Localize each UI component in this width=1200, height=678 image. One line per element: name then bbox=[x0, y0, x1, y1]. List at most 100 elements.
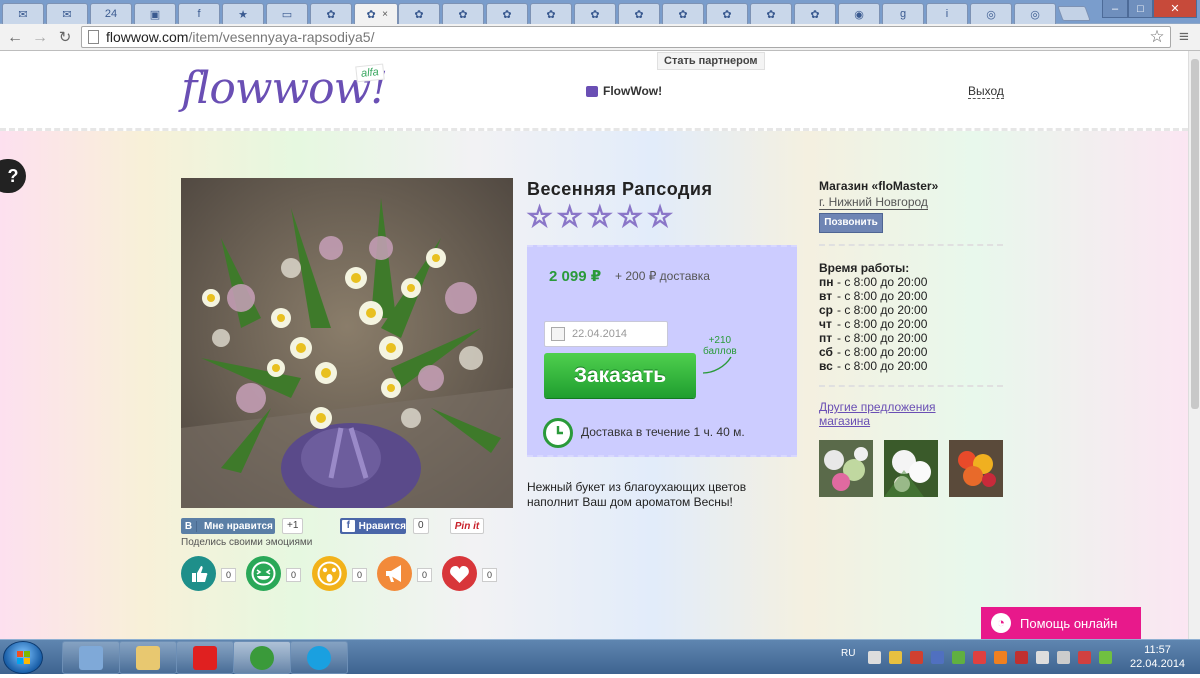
shop-city-link[interactable]: г. Нижний Новгород bbox=[819, 195, 928, 210]
tray-app-icon[interactable] bbox=[1099, 651, 1112, 664]
back-arrow-icon[interactable]: ← bbox=[5, 28, 25, 48]
browser-tab-strip: ✉ ✉ 24 ▣ f ★ ▭ ✿ ✿ × ✿ ✿ ✿ ✿ ✿ ✿ ✿ ✿ ✿ ✿ ◉ g i ◎ ◎ bbox=[0, 0, 1200, 24]
star-icon[interactable]: ☆ bbox=[556, 202, 583, 232]
divider bbox=[819, 385, 1003, 387]
tray-app-icon[interactable] bbox=[1015, 651, 1028, 664]
help-online-button[interactable]: ◔ Помощь онлайн bbox=[981, 607, 1141, 639]
other-offers-link[interactable]: Другие предложения магазина bbox=[819, 400, 959, 428]
minimize-button[interactable]: – bbox=[1102, 0, 1128, 18]
browser-tab[interactable]: ✿ bbox=[310, 3, 352, 24]
browser-tab[interactable]: f bbox=[178, 3, 220, 24]
tray-flag-icon[interactable] bbox=[931, 651, 944, 664]
browser-tab[interactable]: ✉ bbox=[2, 3, 44, 24]
browser-tab[interactable]: ✿ bbox=[398, 3, 440, 24]
star-icon[interactable]: ☆ bbox=[617, 202, 644, 232]
other-offer-thumbnail[interactable] bbox=[949, 440, 1003, 497]
browser-tab[interactable]: 24 bbox=[90, 3, 132, 24]
facebook-like-button[interactable]: f Нравится bbox=[340, 518, 406, 534]
browser-tab[interactable]: ✿ bbox=[442, 3, 484, 24]
browser-tab[interactable]: ✿ bbox=[750, 3, 792, 24]
page-scrollbar[interactable] bbox=[1188, 51, 1200, 639]
working-hours-title: Время работы: bbox=[819, 261, 910, 275]
star-icon: ★ bbox=[238, 8, 248, 21]
browser-tab[interactable]: ✿ bbox=[794, 3, 836, 24]
browser-tab[interactable]: ▣ bbox=[134, 3, 176, 24]
tray-app-icon[interactable] bbox=[1078, 651, 1091, 664]
browser-tab[interactable]: ★ bbox=[222, 3, 264, 24]
browser-tab[interactable]: ✿ bbox=[618, 3, 660, 24]
clock-date: 22.04.2014 bbox=[1130, 658, 1186, 670]
forward-arrow-icon[interactable]: → bbox=[30, 28, 50, 48]
bouquet-thumbnail-image bbox=[949, 440, 1003, 497]
taskbar-app[interactable] bbox=[119, 641, 177, 674]
start-button[interactable] bbox=[3, 641, 43, 674]
hours-time: - с 8:00 до 20:00 bbox=[837, 303, 928, 317]
hours-row: сб - с 8:00 до 20:00 bbox=[819, 345, 927, 359]
other-offer-thumbnail[interactable] bbox=[884, 440, 938, 497]
help-question-icon[interactable]: ? bbox=[0, 159, 26, 193]
star-icon[interactable]: ☆ bbox=[586, 202, 613, 232]
system-clock[interactable]: 11:57 22.04.2014 bbox=[1130, 643, 1185, 671]
maximize-button[interactable]: □ bbox=[1128, 0, 1153, 18]
browser-tab[interactable]: ✿ bbox=[574, 3, 616, 24]
become-partner-link[interactable]: Стать партнером bbox=[657, 52, 765, 70]
heart-emotion-button[interactable] bbox=[442, 556, 477, 591]
bonus-points: +210 баллов bbox=[703, 335, 737, 357]
browser-tab[interactable]: ◎ bbox=[1014, 3, 1056, 24]
taskbar-app[interactable] bbox=[290, 641, 348, 674]
browser-tab[interactable]: ✿ bbox=[706, 3, 748, 24]
star-icon[interactable]: ☆ bbox=[647, 202, 674, 232]
browser-tab[interactable]: ◎ bbox=[970, 3, 1012, 24]
browser-tab[interactable]: ▭ bbox=[266, 3, 308, 24]
tray-app-icon[interactable] bbox=[994, 651, 1007, 664]
pinterest-pin-button[interactable]: Pin it bbox=[450, 518, 484, 534]
tray-app-icon[interactable] bbox=[889, 651, 902, 664]
browser-tab[interactable]: ✿ bbox=[662, 3, 704, 24]
product-photo[interactable] bbox=[181, 178, 513, 508]
tray-monitor-icon[interactable] bbox=[1036, 651, 1049, 664]
eye-icon: ◎ bbox=[986, 8, 996, 21]
order-button[interactable]: Заказать bbox=[544, 353, 696, 398]
laugh-emotion-button[interactable] bbox=[246, 556, 281, 591]
tray-app-icon[interactable] bbox=[973, 651, 986, 664]
browser-tab[interactable]: ◉ bbox=[838, 3, 880, 24]
rating-stars[interactable]: ☆ ☆ ☆ ☆ ☆ bbox=[526, 202, 674, 232]
taskbar-app[interactable] bbox=[176, 641, 234, 674]
tray-app-icon[interactable] bbox=[952, 651, 965, 664]
close-tab-icon[interactable]: × bbox=[382, 9, 388, 20]
star-icon[interactable]: ☆ bbox=[526, 202, 553, 232]
megaphone-emotion-button[interactable] bbox=[377, 556, 412, 591]
network-icon[interactable] bbox=[1057, 651, 1070, 664]
browser-tab[interactable]: i bbox=[926, 3, 968, 24]
surprise-emotion-button[interactable] bbox=[312, 556, 347, 591]
hours-row: вт - с 8:00 до 20:00 bbox=[819, 289, 927, 303]
laughing-face-icon bbox=[251, 561, 276, 586]
browser-tab[interactable]: ✿ bbox=[530, 3, 572, 24]
thumbs-up-emotion-button[interactable] bbox=[181, 556, 216, 591]
menu-icon[interactable]: ≡ bbox=[1174, 27, 1194, 47]
reload-icon[interactable]: ↻ bbox=[55, 28, 75, 48]
new-tab-button[interactable] bbox=[1057, 6, 1091, 21]
taskbar-app[interactable] bbox=[233, 641, 291, 674]
browser-tab[interactable]: ✿ × bbox=[354, 3, 398, 24]
browser-tab[interactable]: g bbox=[882, 3, 924, 24]
scrollbar-thumb[interactable] bbox=[1191, 59, 1199, 409]
browser-tab[interactable]: ✉ bbox=[46, 3, 88, 24]
other-offer-thumbnail[interactable] bbox=[819, 440, 873, 497]
close-window-button[interactable]: ✕ bbox=[1153, 0, 1197, 18]
hours-day: пн bbox=[819, 275, 834, 289]
taskbar-app[interactable] bbox=[62, 641, 120, 674]
logout-link[interactable]: Выход bbox=[968, 84, 1004, 99]
file-explorer-icon bbox=[136, 645, 160, 670]
volume-icon[interactable] bbox=[868, 651, 881, 664]
call-shop-button[interactable]: Позвонить bbox=[819, 213, 883, 233]
vk-like-button[interactable]: В Мне нравится bbox=[181, 518, 275, 534]
tray-app-icon[interactable] bbox=[910, 651, 923, 664]
address-bar[interactable]: flowwow.com/item/vesennyaya-rapsodiya5/ bbox=[81, 26, 1171, 48]
bookmark-star-icon[interactable]: ☆ bbox=[1147, 27, 1167, 47]
flowwow-brand-link[interactable]: FlowWow! bbox=[586, 84, 662, 98]
browser-tab[interactable]: ✿ bbox=[486, 3, 528, 24]
info-icon: i bbox=[945, 8, 949, 20]
delivery-date-input[interactable]: 22.04.2014 bbox=[544, 321, 668, 347]
language-indicator[interactable]: RU bbox=[841, 648, 855, 659]
